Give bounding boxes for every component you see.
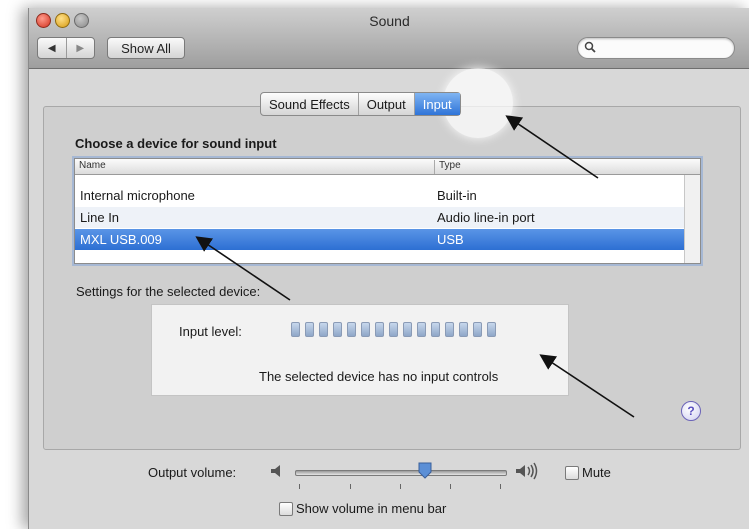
show-volume-label: Show volume in menu bar	[296, 501, 447, 516]
back-forward-control: ◀ ▶	[37, 37, 95, 59]
table-header: Name Type	[75, 159, 700, 175]
input-level-segment	[333, 322, 342, 337]
input-level-segment	[291, 322, 300, 337]
tab-bar: Sound Effects Output Input	[260, 92, 461, 116]
table-scrollbar[interactable]	[684, 175, 700, 263]
magnifier-icon	[584, 41, 596, 53]
table-row-selected[interactable]: MXL USB.009 USB	[75, 229, 684, 250]
output-volume-label: Output volume:	[148, 465, 237, 480]
mute-checkbox[interactable]	[565, 466, 579, 480]
device-name: Internal microphone	[80, 188, 195, 203]
input-level-segment	[431, 322, 440, 337]
input-level-segment	[473, 322, 482, 337]
input-level-segment	[417, 322, 426, 337]
column-header-name[interactable]: Name	[79, 160, 106, 171]
speaker-high-icon	[516, 462, 538, 480]
tab-sound-effects[interactable]: Sound Effects	[261, 93, 358, 115]
input-level-segment	[445, 322, 454, 337]
table-row[interactable]: Line In Audio line-in port	[75, 207, 684, 228]
back-icon[interactable]: ◀	[38, 38, 66, 58]
input-level-segment	[389, 322, 398, 337]
settings-label: Settings for the selected device:	[76, 284, 261, 299]
help-icon[interactable]: ?	[681, 401, 701, 421]
tab-input[interactable]: Input	[413, 93, 460, 115]
input-device-table[interactable]: Name Type Internal microphone Built-in L…	[74, 158, 701, 264]
slider-tick	[400, 484, 401, 489]
column-header-type[interactable]: Type	[434, 160, 461, 174]
no-input-controls-message: The selected device has no input control…	[259, 369, 499, 384]
input-level-segment	[361, 322, 370, 337]
output-volume-slider[interactable]	[295, 462, 507, 490]
title-bar: Sound ◀ ▶ Show All	[29, 8, 749, 69]
input-level-segment	[375, 322, 384, 337]
device-type: Audio line-in port	[437, 210, 535, 225]
input-level-segment	[305, 322, 314, 337]
slider-knob[interactable]	[418, 462, 432, 479]
show-all-button[interactable]: Show All	[107, 37, 185, 59]
speaker-low-icon	[271, 465, 280, 477]
input-level-segment	[347, 322, 356, 337]
forward-icon[interactable]: ▶	[65, 38, 95, 58]
section-title: Choose a device for sound input	[75, 136, 277, 151]
search-input[interactable]	[577, 37, 735, 59]
input-level-segment	[319, 322, 328, 337]
slider-tick	[500, 484, 501, 489]
sound-preferences-window: Sound ◀ ▶ Show All Sound Effects Output …	[28, 8, 749, 529]
input-level-segment	[487, 322, 496, 337]
slider-tick	[450, 484, 451, 489]
slider-tick	[299, 484, 300, 489]
input-level-meter	[291, 322, 496, 337]
device-type: Built-in	[437, 188, 477, 203]
show-volume-checkbox[interactable]	[279, 502, 293, 516]
table-row[interactable]: Internal microphone Built-in	[75, 185, 684, 206]
window-title: Sound	[369, 13, 410, 29]
device-name: Line In	[80, 210, 120, 225]
tab-output[interactable]: Output	[357, 93, 414, 115]
slider-track	[295, 470, 507, 476]
device-name: MXL USB.009	[80, 232, 162, 247]
mute-label: Mute	[582, 465, 611, 480]
input-level-segment	[459, 322, 468, 337]
input-level-segment	[403, 322, 412, 337]
input-level-label: Input level:	[179, 324, 242, 339]
device-type: USB	[437, 232, 464, 247]
slider-tick	[350, 484, 351, 489]
